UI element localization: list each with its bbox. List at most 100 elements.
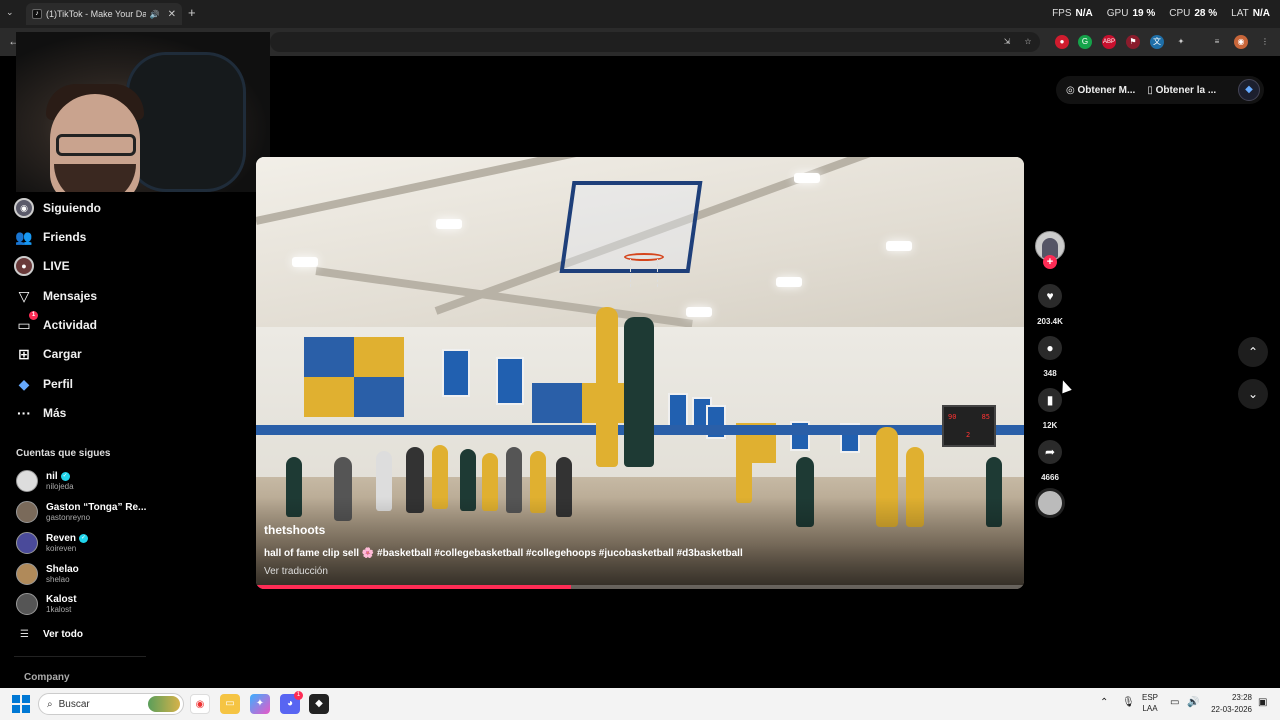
extension-red-icon[interactable]: ● <box>1055 35 1069 49</box>
language-indicator[interactable]: ESP LAA <box>1142 692 1158 714</box>
chevron-up-icon: ⌃ <box>1247 345 1259 359</box>
previous-video-button[interactable]: ⌃ <box>1238 337 1268 367</box>
list-icon: ☰ <box>20 629 29 640</box>
discord-icon[interactable]: ◕ 1 <box>280 691 303 714</box>
windows-start-icon[interactable] <box>12 695 30 713</box>
tab-title: (1)TikTok - Make Your Day <box>46 9 146 19</box>
search-icon: ⌕ <box>47 698 53 710</box>
translate-icon[interactable]: 文 <box>1150 35 1164 49</box>
top-actions-pill: ◎ Obtener M... ▯ Obtener la ... ◆ <box>1056 76 1264 104</box>
tab-search-icon[interactable]: ⌄ <box>6 7 14 18</box>
user-avatar[interactable]: ◆ <box>1238 79 1260 101</box>
stat-fps: FPS N/A <box>1052 8 1093 19</box>
browser-tab-bar: ⌄ ♪ (1)TikTok - Make Your Day 🔊 ✕ + FPS N… <box>0 0 1280 28</box>
app-icon[interactable]: ◆ <box>309 694 329 714</box>
sidebar: ◉ Siguiendo 👥 Friends ● LIVE ▽ Mensajes … <box>0 192 255 688</box>
sidebar-item-messages[interactable]: ▽ Mensajes <box>14 286 97 306</box>
get-app-button[interactable]: ◎ Obtener M... <box>1066 85 1135 96</box>
profile-icon: ◆ <box>18 375 30 392</box>
tray-overflow-icon[interactable]: ⌃ <box>1100 697 1108 708</box>
following-account-gaston[interactable]: Gaston “Tonga” Re... gastonreyno <box>16 501 146 523</box>
following-account-reven[interactable]: Reven ✓ koireven <box>16 532 89 554</box>
like-button[interactable]: ♥ <box>1038 284 1062 308</box>
url-field[interactable] <box>270 32 1040 52</box>
chrome-icon[interactable]: ◉ <box>190 694 210 714</box>
bookmark-star-icon[interactable]: ☆ <box>1021 35 1035 49</box>
notification-icon[interactable]: ▣ <box>1258 697 1267 708</box>
share-button[interactable]: ➦ <box>1038 440 1062 464</box>
network-icon[interactable]: ▭ <box>1170 697 1179 708</box>
follow-plus-button[interactable]: + <box>1043 255 1057 269</box>
sidebar-divider <box>14 656 146 657</box>
share-arrow-icon: ➦ <box>1044 445 1056 459</box>
avatar <box>16 532 38 554</box>
windows-taskbar: ⌕ Buscar ◉ ▭ ✦ ◕ 1 ◆ ⌃ 🎙 ESP LAA ▭ 🔊 23:2… <box>0 688 1280 720</box>
extensions-puzzle-icon[interactable]: ✦ <box>1174 35 1188 49</box>
microphone-icon[interactable]: 🎙 <box>1122 697 1135 708</box>
tab-tiktok[interactable]: ♪ (1)TikTok - Make Your Day 🔊 ✕ <box>26 3 182 25</box>
see-translation-link[interactable]: Ver traducción <box>264 566 328 577</box>
save-count: 12K <box>1042 421 1058 430</box>
following-account-shelao[interactable]: Shelao shelao <box>16 563 79 585</box>
activity-icon: ▭ 1 <box>14 311 38 335</box>
messages-icon: ▽ <box>18 287 30 304</box>
bookmark-icon: ▮ <box>1046 393 1054 407</box>
player-dunking <box>624 317 654 467</box>
file-explorer-icon[interactable]: ▭ <box>220 694 240 714</box>
see-all-link[interactable]: ☰ Ver todo <box>16 629 83 640</box>
avatar <box>16 563 38 585</box>
mouse-cursor-icon <box>1058 378 1072 394</box>
sidebar-item-upload[interactable]: ⊞ Cargar <box>14 344 82 364</box>
extension-dark-red-icon[interactable]: ⚑ <box>1126 35 1140 49</box>
adblock-icon[interactable]: ABP <box>1102 35 1116 49</box>
scoreboard: 90 85 2 <box>942 405 996 447</box>
speaker-icon[interactable]: 🔊 <box>150 10 160 19</box>
profile-avatar-icon[interactable]: ◉ <box>1234 35 1248 49</box>
chevron-down-icon: ⌄ <box>1247 387 1259 401</box>
following-account-kalost[interactable]: Kalost 1kalost <box>16 593 77 615</box>
volume-icon[interactable]: 🔊 <box>1187 697 1199 708</box>
copilot-icon[interactable]: ✦ <box>250 694 270 714</box>
video-progress-bar[interactable] <box>256 585 1024 589</box>
search-highlight-image <box>148 696 180 712</box>
new-tab-button[interactable]: + <box>188 5 196 20</box>
close-tab-icon[interactable]: ✕ <box>168 9 176 20</box>
verified-icon: ✓ <box>79 534 89 543</box>
sidebar-item-friends[interactable]: 👥 Friends <box>14 227 86 247</box>
sidebar-item-live[interactable]: ● LIVE <box>14 256 70 276</box>
reading-list-icon[interactable]: ≡ <box>1210 35 1224 49</box>
sidebar-item-more[interactable]: ··· Más <box>14 403 66 423</box>
stat-cpu: CPU 28 % <box>1169 8 1218 19</box>
video-progress-fill <box>256 585 571 589</box>
comment-count: 348 <box>1043 369 1057 378</box>
stat-lat: LAT N/A <box>1231 8 1270 19</box>
grammarly-icon[interactable]: G <box>1078 35 1092 49</box>
comment-button[interactable]: ● <box>1038 336 1062 360</box>
like-count: 203.4K <box>1037 317 1063 326</box>
system-clock[interactable]: 23:28 22-03-2026 <box>1206 692 1252 716</box>
video-description: hall of fame clip sell 🌸 #basketball #co… <box>264 548 743 559</box>
sidebar-item-activity[interactable]: ▭ 1 Actividad <box>14 311 97 335</box>
browser-menu-icon[interactable]: ⋮ <box>1258 35 1272 49</box>
music-disc[interactable] <box>1035 488 1065 518</box>
webcam-overlay <box>16 32 270 192</box>
upload-icon: ⊞ <box>18 345 30 362</box>
company-link[interactable]: Company <box>24 672 70 683</box>
sidebar-item-following[interactable]: ◉ Siguiendo <box>14 198 101 218</box>
player-yellow <box>596 307 618 467</box>
heart-icon: ♥ <box>1046 289 1054 303</box>
save-button[interactable]: ▮ <box>1038 388 1062 412</box>
video-author[interactable]: thetshoots <box>264 523 325 537</box>
sidebar-item-profile[interactable]: ◆ Perfil <box>14 374 73 394</box>
live-icon: ● <box>14 256 34 276</box>
taskbar-search[interactable]: ⌕ Buscar <box>38 693 184 715</box>
gaming-chair <box>126 52 246 192</box>
share-count: 4666 <box>1041 473 1059 482</box>
more-icon: ··· <box>17 405 31 421</box>
get-desktop-button[interactable]: ▯ Obtener la ... <box>1147 85 1216 96</box>
video-player[interactable]: 90 85 2 thetshoots hall of fame clip sel… <box>256 157 1024 589</box>
install-icon[interactable]: ⇲ <box>1000 35 1014 49</box>
following-account-nil[interactable]: nil ✓ nilojeda <box>16 470 74 492</box>
tiktok-icon: ♪ <box>32 9 42 19</box>
next-video-button[interactable]: ⌄ <box>1238 379 1268 409</box>
